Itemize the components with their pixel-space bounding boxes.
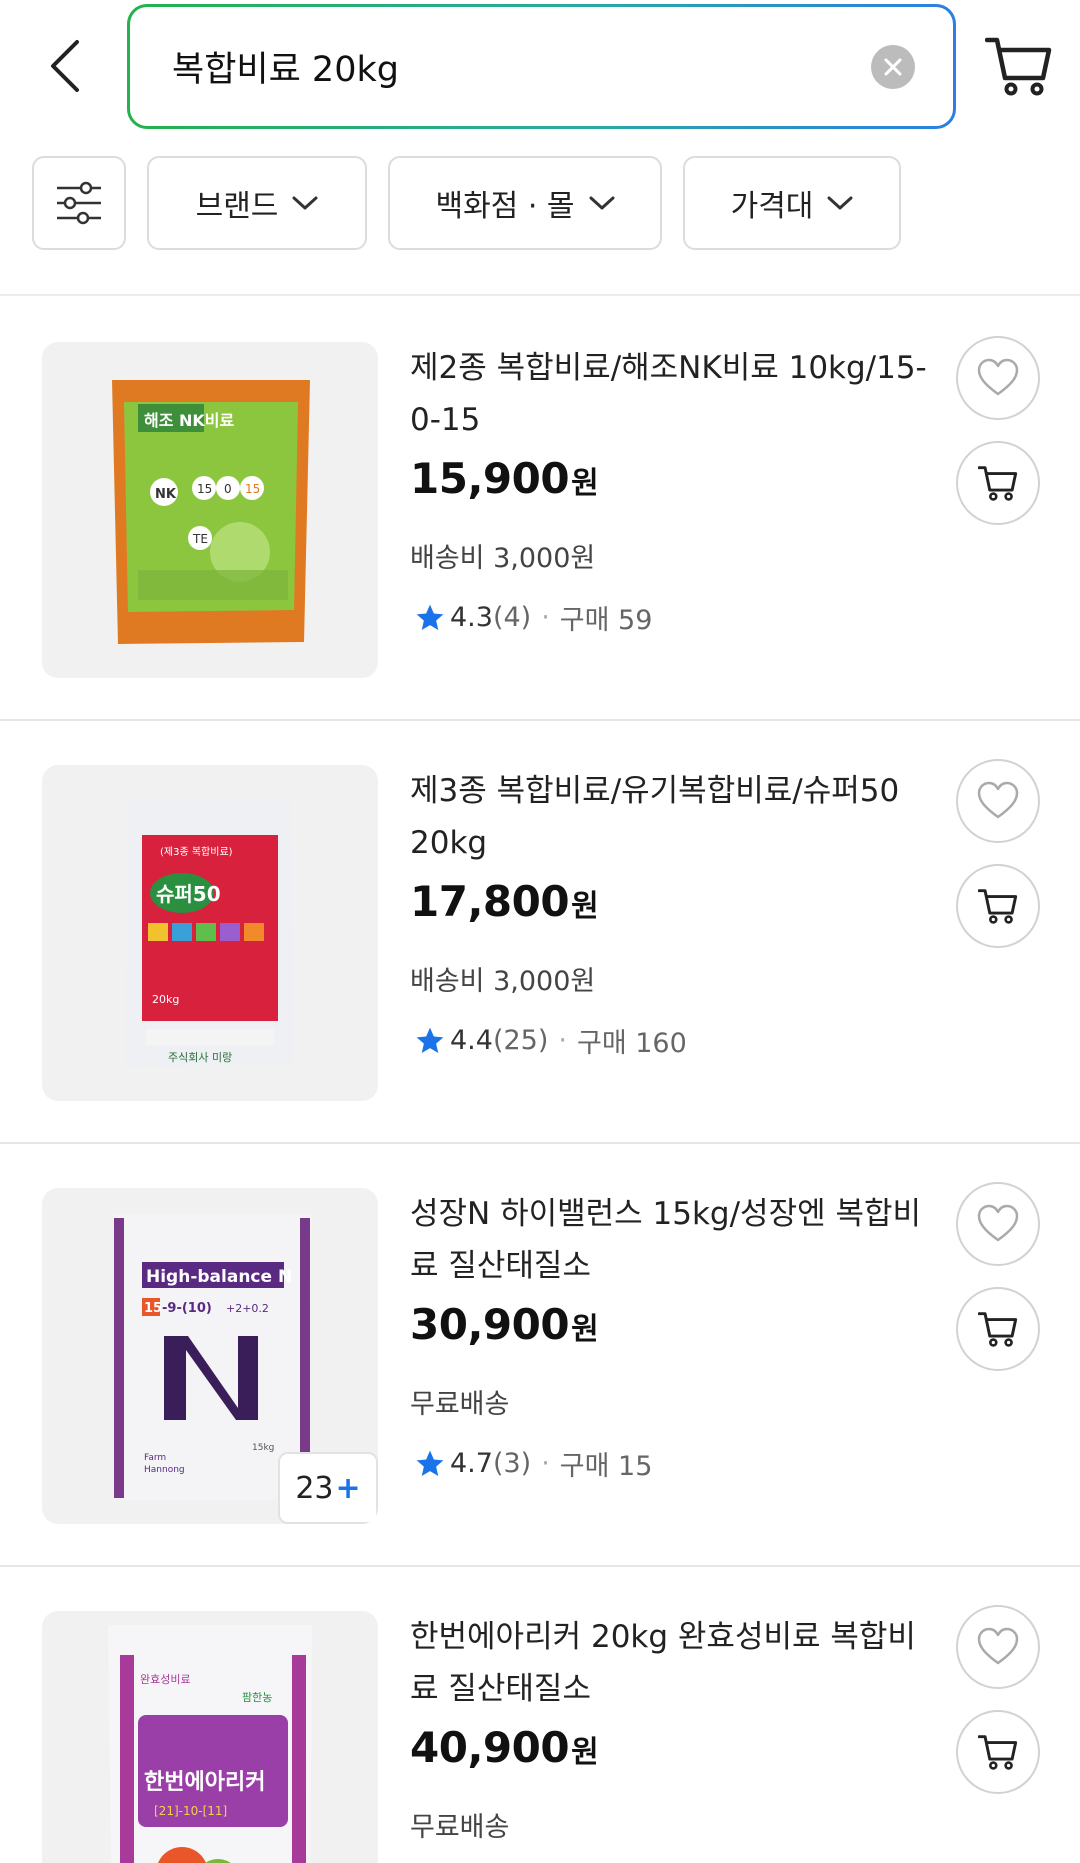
separator-dot: · — [558, 1025, 567, 1056]
filter-price-button[interactable]: 가격대 — [683, 156, 901, 250]
svg-text:한번에아리커: 한번에아리커 — [144, 1770, 265, 1795]
filter-brand-button[interactable]: 브랜드 — [147, 156, 367, 250]
shipping-fee: 배송비 3,000원 — [410, 966, 596, 997]
product-price: 30,900원 — [410, 1300, 599, 1349]
filter-bar: 브랜드 백화점 · 몰 가격대 — [0, 156, 1080, 250]
product-image-text: 해조 NK비료 — [144, 411, 235, 430]
cart-icon — [978, 1735, 1018, 1770]
back-button[interactable] — [36, 30, 92, 102]
header: 복합비료 20kg — [0, 0, 1080, 140]
product-image[interactable]: 해조 NK비료 NK 15 0 15 TE — [42, 342, 378, 678]
clear-icon — [884, 58, 902, 76]
svg-text:[21]-10-[11]: [21]-10-[11] — [154, 1804, 227, 1818]
search-input[interactable]: 복합비료 20kg — [172, 7, 399, 126]
svg-text:0: 0 — [224, 482, 232, 496]
filter-store-button[interactable]: 백화점 · 몰 — [388, 156, 662, 250]
svg-text:15: 15 — [144, 1301, 162, 1316]
cart-icon — [984, 37, 1052, 96]
review-count: (4) — [492, 602, 532, 633]
product-image-text: High-balance N — [146, 1267, 292, 1287]
heart-icon — [977, 1204, 1019, 1242]
review-count: (25) — [492, 1025, 549, 1056]
search-box[interactable]: 복합비료 20kg — [127, 4, 956, 129]
cart-icon — [978, 889, 1018, 924]
product-image-text: (제3종 복합비료) — [160, 846, 233, 858]
product-title[interactable]: 한번에아리커 20kg 완효성비료 복합비료 질산태질소 — [410, 1611, 940, 1715]
svg-text:15: 15 — [245, 482, 260, 496]
cart-icon — [978, 466, 1018, 501]
rating-value: 4.7 — [450, 1448, 493, 1479]
svg-text:슈퍼50: 슈퍼50 — [156, 882, 221, 906]
product-title[interactable]: 성장N 하이밸런스 15kg/성장엔 복합비료 질산태질소 — [410, 1188, 940, 1292]
rating-row: 4.7 (3) · 구매 15 — [414, 1444, 652, 1483]
svg-text:+2+0.2: +2+0.2 — [226, 1302, 269, 1315]
review-count: (3) — [492, 1448, 532, 1479]
shipping-fee: 무료배송 — [410, 1389, 510, 1420]
clear-search-button[interactable] — [871, 45, 915, 89]
wishlist-button[interactable] — [956, 759, 1040, 843]
star-icon — [416, 604, 444, 630]
purchase-count: 구매 15 — [559, 1451, 653, 1482]
product-image[interactable]: High-balance N 15 -9-(10) +2+0.2 Farm Ha… — [42, 1188, 378, 1524]
wishlist-button[interactable] — [956, 1605, 1040, 1689]
star-icon — [416, 1027, 444, 1053]
wishlist-button[interactable] — [956, 336, 1040, 420]
cart-icon — [978, 1312, 1018, 1347]
separator-dot: · — [541, 602, 550, 633]
chevron-down-icon — [292, 196, 318, 210]
product-item[interactable]: 해조 NK비료 NK 15 0 15 TE 제2종 복합비료/해조NK비료 10… — [0, 298, 1080, 721]
filter-brand-label: 브랜드 — [195, 189, 279, 224]
shipping-fee: 배송비 3,000원 — [410, 543, 596, 574]
add-to-cart-button[interactable] — [956, 864, 1040, 948]
product-item[interactable]: 완효성비료 팜한농 한번에아리커 [21]-10-[11] 20kg 한번에아리… — [0, 1567, 1080, 1863]
product-title[interactable]: 제2종 복합비료/해조NK비료 10kg/15-0-15 — [410, 342, 940, 446]
heart-icon — [977, 1627, 1019, 1665]
svg-text:20kg: 20kg — [152, 993, 179, 1006]
filter-settings-icon — [57, 181, 101, 225]
svg-text:15: 15 — [197, 482, 212, 496]
add-to-cart-button[interactable] — [956, 1287, 1040, 1371]
divider — [0, 294, 1080, 296]
svg-text:NK: NK — [155, 487, 177, 502]
purchase-count: 구매 59 — [559, 605, 653, 636]
filter-price-label: 가격대 — [730, 189, 814, 224]
product-price: 17,800원 — [410, 877, 599, 926]
product-price: 40,900원 — [410, 1723, 599, 1772]
filter-settings-button[interactable] — [32, 156, 126, 250]
product-price: 15,900원 — [410, 454, 599, 503]
product-item[interactable]: High-balance N 15 -9-(10) +2+0.2 Farm Ha… — [0, 1144, 1080, 1567]
svg-text:팜한농: 팜한농 — [242, 1691, 272, 1704]
back-arrow-icon — [51, 40, 79, 92]
rating-row: 4.4 (25) · 구매 160 — [414, 1021, 687, 1060]
filter-store-label: 백화점 · 몰 — [435, 189, 575, 224]
more-images-badge[interactable]: 23 + — [278, 1452, 378, 1524]
wishlist-button[interactable] — [956, 1182, 1040, 1266]
shipping-fee: 무료배송 — [410, 1812, 510, 1843]
svg-text:주식회사 미랑: 주식회사 미랑 — [168, 1051, 232, 1064]
separator-dot: · — [541, 1448, 550, 1479]
chevron-down-icon — [589, 196, 614, 210]
product-title[interactable]: 제3종 복합비료/유기복합비료/슈퍼50 20kg — [410, 765, 940, 869]
star-icon — [416, 1450, 444, 1476]
add-to-cart-button[interactable] — [956, 1710, 1040, 1794]
rating-value: 4.4 — [450, 1025, 493, 1056]
product-image[interactable]: (제3종 복합비료) 슈퍼50 20kg 주식회사 미랑 — [42, 765, 378, 1101]
rating-value: 4.3 — [450, 602, 493, 633]
add-to-cart-button[interactable] — [956, 441, 1040, 525]
svg-text:15kg: 15kg — [252, 1443, 274, 1453]
product-image-text: 완효성비료 — [140, 1673, 191, 1686]
svg-text:TE: TE — [192, 532, 208, 546]
plus-icon: + — [335, 1470, 361, 1506]
svg-text:Farm: Farm — [144, 1453, 166, 1463]
rating-row: 4.3 (4) · 구매 59 — [414, 598, 652, 637]
cart-button[interactable] — [984, 32, 1053, 100]
product-image[interactable]: 완효성비료 팜한농 한번에아리커 [21]-10-[11] 20kg — [42, 1611, 378, 1863]
purchase-count: 구매 160 — [576, 1028, 687, 1059]
chevron-down-icon — [827, 196, 853, 210]
svg-text:-9-(10): -9-(10) — [162, 1301, 212, 1316]
heart-icon — [977, 358, 1019, 396]
svg-text:Hannong: Hannong — [144, 1465, 185, 1475]
product-item[interactable]: (제3종 복합비료) 슈퍼50 20kg 주식회사 미랑 제3종 복합비료/유기… — [0, 721, 1080, 1144]
heart-icon — [977, 781, 1019, 819]
